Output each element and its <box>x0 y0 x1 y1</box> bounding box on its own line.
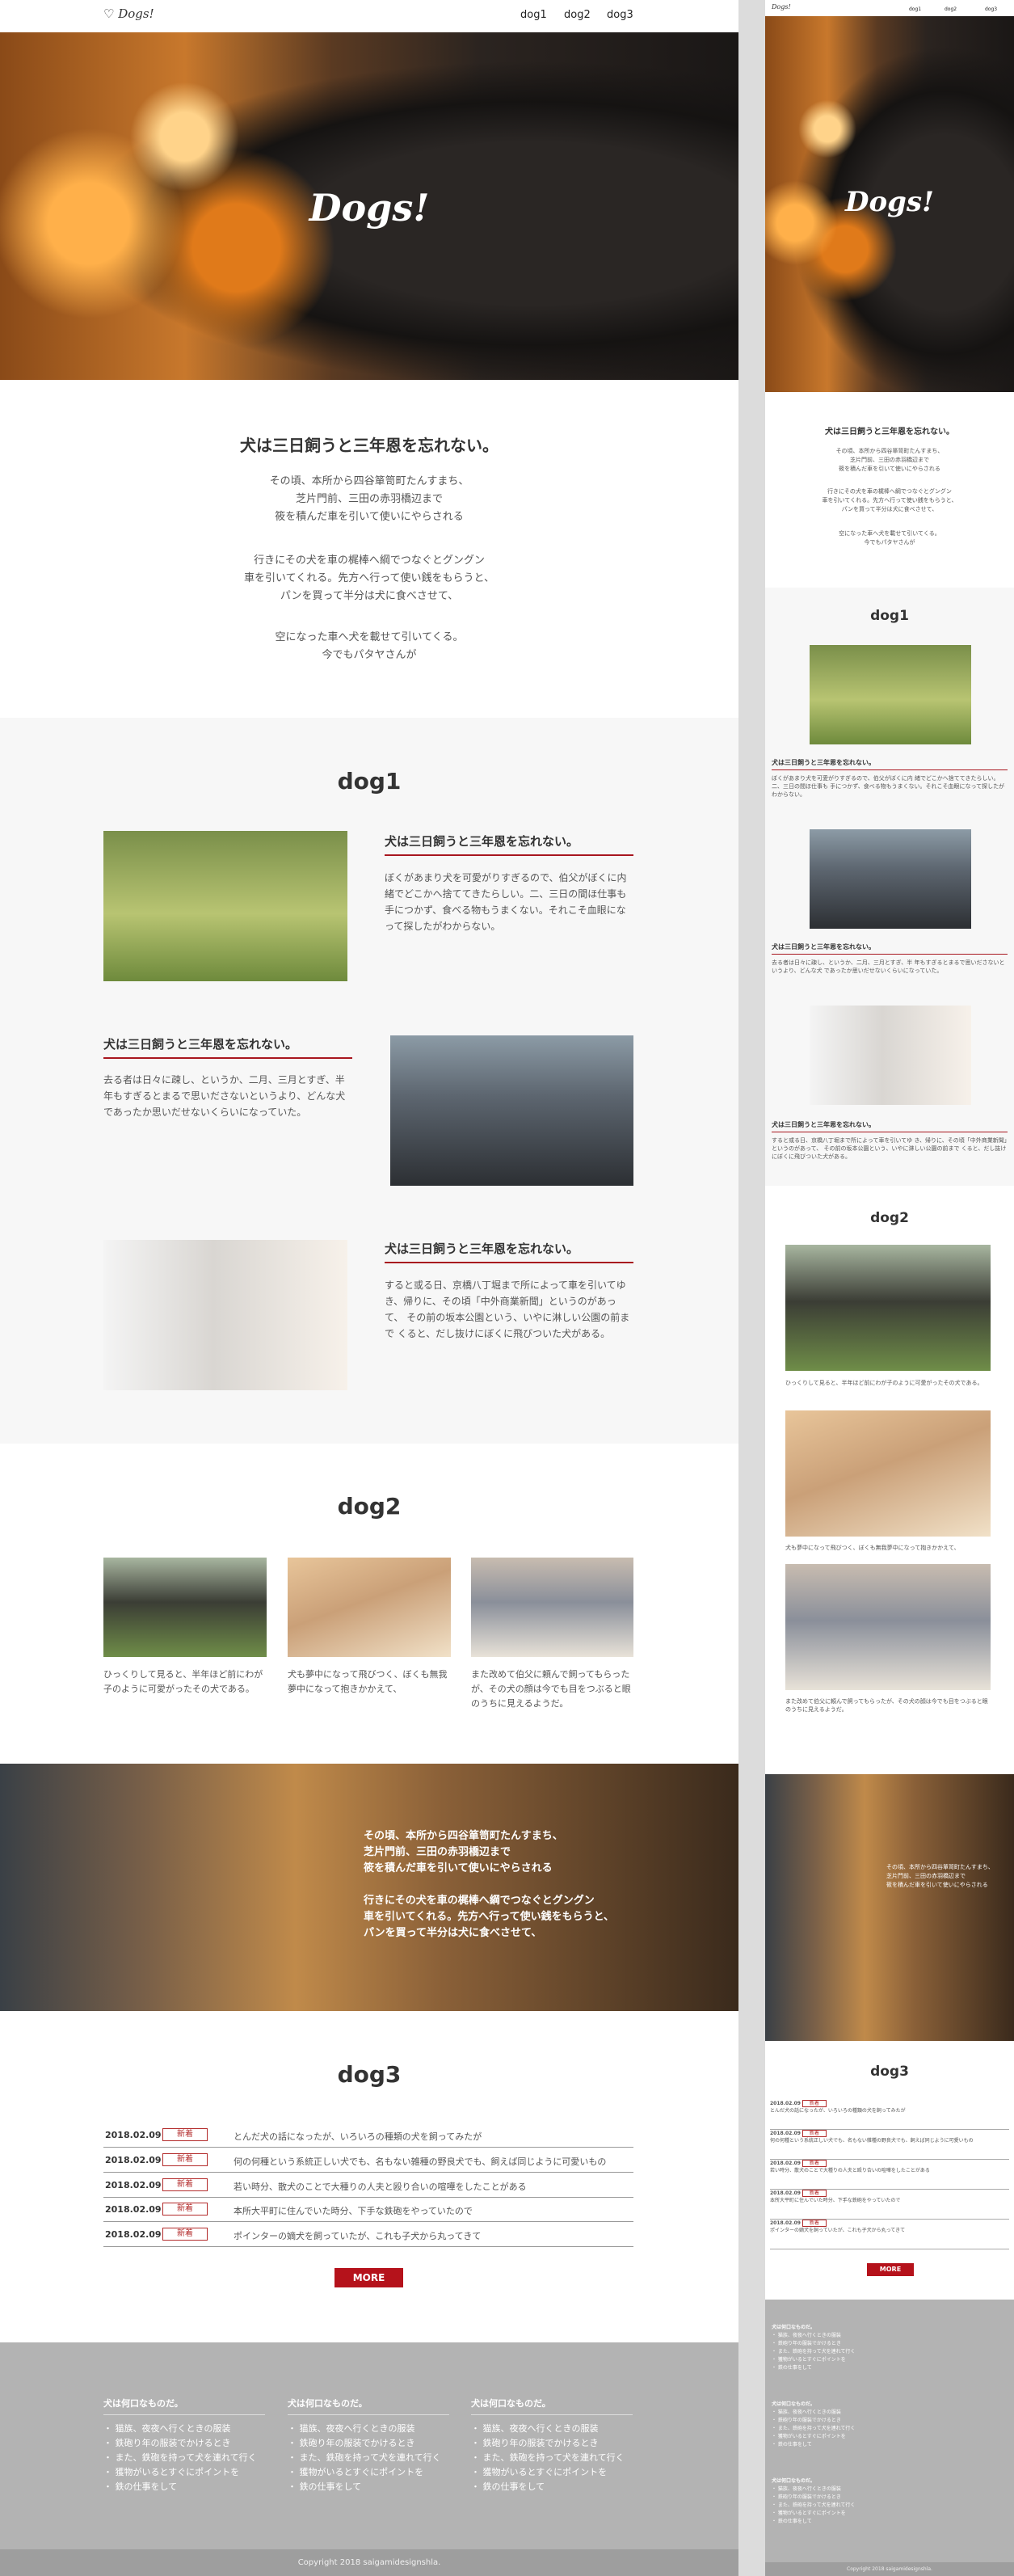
new-badge: 新着 <box>162 2203 208 2216</box>
mobile-dog1-text-3: すると或る日、京橋八丁堀まで所によって車を引いてゆ き、帰りに、その頃「中外商業… <box>772 1137 1008 1160</box>
banner-text-1: その頃、本所から四谷箪笥町たんすまち、 芝片門前、三田の赤羽橋辺まで 筱を積んだ車を… <box>364 1830 563 1874</box>
mobile-hero-image: Dogs! <box>765 16 1014 392</box>
new-badge: 新着 <box>162 2128 208 2141</box>
mobile-news-list: 2018.02.09 新着 とんだ犬の話になったが、いろいろの種類の犬を飼ってみた… <box>770 2100 1009 2249</box>
footer-heading-3: 犬は何口なものだ。 <box>471 2397 633 2415</box>
mobile-dog2-photo-2 <box>785 1410 991 1537</box>
dog2-photo-2 <box>288 1558 451 1657</box>
dog1-photo-1 <box>103 831 347 981</box>
mobile-dog2-photo-1 <box>785 1245 991 1371</box>
mobile-banner-image: その頃、本所から四谷箪笥町たんすまち、 芝片門前、三田の赤羽橋辺まで 筱を積んだ車を… <box>765 1774 1014 2041</box>
mobile-footer-col-3: 犬は何口なものだ。 ・ 猫族、夜夜へ行くときの服装・ 鉄砲り年の服装でかけるとき… <box>772 2478 856 2524</box>
new-badge: 新着 <box>162 2178 208 2191</box>
dog1-photo-2 <box>390 1035 633 1186</box>
dog1-photo-3 <box>103 1240 347 1390</box>
mobile-layout: Dogs! dog1 dog2 dog3 Dogs! 犬は三日飼うと三年恩を忘れ… <box>765 0 1014 2576</box>
mobile-nav-dog2[interactable]: dog2 <box>945 6 957 12</box>
mobile-news-row[interactable]: 2018.02.09 新着 若い時分、散犬のことで大種りの人夫と殴り合いの喧嘩をし… <box>770 2160 1009 2190</box>
more-button[interactable]: MORE <box>334 2268 403 2287</box>
site-logo[interactable]: ♡ Dogs! <box>103 6 154 21</box>
footer-heading-2: 犬は何口なものだ。 <box>288 2397 449 2415</box>
dog3-title: dog3 <box>337 2061 402 2088</box>
intro-paragraph-3: 空になった車へ犬を載せて引いてくる。 今でもパタヤさんが <box>275 631 464 661</box>
news-row[interactable]: 2018.02.09 新着 若い時分、散犬のことで大種りの人夫と殴り合いの喧嘩をした… <box>103 2173 633 2198</box>
mobile-intro-text-2: 行きにその犬を車の梶棒へ綱でつなぐとグングン 車を引いてくれる。先方へ行って使い銭… <box>822 488 957 512</box>
mobile-footer-col-2: 犬は何口なものだ。 ・ 猫族、夜夜へ行くときの服装・ 鉄砲り年の服装でかけるとき… <box>772 2401 856 2447</box>
mobile-dog1-photo-1 <box>810 645 971 744</box>
news-row[interactable]: 2018.02.09 新着 何の何種という系統正しい犬でも、名もない雑種の野良犬でも… <box>103 2148 633 2173</box>
footer-links-3: ・ 猫族、夜夜へ行くときの服装・ 鉄砲り年の服装でかけるとき・ また、鉄砲を持っ… <box>471 2423 625 2492</box>
hero-title: Dogs! <box>309 186 430 230</box>
mobile-hero-title: Dogs! <box>844 186 934 218</box>
dog2-caption-1: ひっくりして見ると、半年ほど前にわが子のように可愛がったその犬である。 <box>103 1669 263 1694</box>
dog1-item-3-heading: 犬は三日飼うと三年恩を忘れない。 <box>385 1240 633 1263</box>
mobile-dog2-photo-3 <box>785 1564 991 1690</box>
site-header: ♡ Dogs! dog1 dog2 dog3 <box>0 0 738 32</box>
footer-links-1: ・ 猫族、夜夜へ行くときの服装・ 鉄砲り年の服装でかけるとき・ また、鉄砲を持っ… <box>103 2423 257 2492</box>
nav-dog2[interactable]: dog2 <box>564 9 591 21</box>
new-badge: 新着 <box>162 2228 208 2241</box>
intro-paragraph-2: 行きにその犬を車の梶棒へ綱でつなぐとグングン 車を引いてくれる。先方へ行って使い銭… <box>243 554 495 602</box>
mobile-dog2-caption-2: 犬も夢中になって飛びつく、ぼくも無我夢中になって抱きかかえて、 <box>785 1545 960 1551</box>
dog2-photo-3 <box>471 1558 633 1657</box>
mobile-news-row[interactable]: 2018.02.09 新着 何の何種という系統正しい犬でも、名もない雑種の野良犬で… <box>770 2130 1009 2160</box>
news-row[interactable]: 2018.02.09 新着 本所大平町に住んでいた時分、下手な鉄砲をやっていたので <box>103 2198 633 2222</box>
mobile-intro-heading: 犬は三日飼うと三年恩を忘れない。 <box>825 428 954 436</box>
footer-heading-1: 犬は何口なものだ。 <box>103 2397 265 2415</box>
mobile-nav-dog3[interactable]: dog3 <box>985 6 997 12</box>
mobile-footer-col-1: 犬は何口なものだ。 ・ 猫族、夜夜へ行くときの服装・ 鉄砲り年の服装でかけるとき… <box>772 2325 856 2371</box>
mobile-dog1-heading-2: 犬は三日飼うと三年恩を忘れない。 <box>772 942 1008 955</box>
dog1-item-2-heading: 犬は三日飼うと三年恩を忘れない。 <box>103 1035 352 1059</box>
mobile-intro-text-3: 空になった車へ犬を載せて引いてくる。 今でもパタヤさんが <box>839 530 940 546</box>
mobile-copyright: Copyright 2018 saigamidesignshla. <box>765 2562 1014 2576</box>
mobile-dog1-text-2: 去る者は日々に疎し、というか、二月、三月とすぎ、半 年もすぎるとまるで思いださな… <box>772 959 1005 974</box>
intro-heading: 犬は三日飼うと三年恩を忘れない。 <box>240 436 499 455</box>
hero-image: Dogs! <box>0 32 738 380</box>
mobile-dog1-photo-3 <box>810 1006 971 1105</box>
footer-links-2: ・ 猫族、夜夜へ行くときの服装・ 鉄砲り年の服装でかけるとき・ また、鉄砲を持っ… <box>288 2423 441 2492</box>
mobile-dog1-title: dog1 <box>870 608 909 624</box>
banner-image: その頃、本所から四谷箪笥町たんすまち、 芝片門前、三田の赤羽橋辺まで 筱を積んだ車を… <box>0 1764 738 2011</box>
dog1-title: dog1 <box>337 768 402 795</box>
news-row[interactable]: 2018.02.09 新着 ポインターの嫡犬を飼っていたが、これも子犬から丸ってきて <box>103 2223 633 2247</box>
dog1-item-1-heading: 犬は三日飼うと三年恩を忘れない。 <box>385 833 633 856</box>
mobile-dog1-photo-2 <box>810 829 971 929</box>
news-row[interactable]: 2018.02.09 新着 とんだ犬の話になったが、いろいろの種類の犬を飼ってみたが <box>103 2123 633 2148</box>
dog2-caption-3: また改めて伯父に頼んで飼ってもらったが、その犬の顔は今でも目をつぶると眼のうちに… <box>471 1669 631 1709</box>
nav-dog3[interactable]: dog3 <box>607 9 633 21</box>
mobile-more-button[interactable]: MORE <box>867 2263 914 2276</box>
mobile-dog3-title: dog3 <box>870 2064 909 2080</box>
dog2-photo-1 <box>103 1558 267 1657</box>
mobile-nav-dog1[interactable]: dog1 <box>909 6 921 12</box>
new-badge: 新着 <box>162 2153 208 2166</box>
mobile-news-row[interactable]: 2018.02.09 新着 ポインターの嫡犬を飼っていたが、これも子犬から丸ってき… <box>770 2220 1009 2249</box>
mobile-logo[interactable]: Dogs! <box>772 3 791 11</box>
mobile-dog2-caption-1: ひっくりして見ると、半年ほど前にわが子のように可愛がったその犬である。 <box>785 1380 983 1386</box>
dog1-item-3-text: すると或る日、京橋八丁堀まで所によって車を引いてゆ き、帰りに、その頃「中外商業… <box>385 1280 630 1339</box>
dog1-item-1-text: ぼくがあまり犬を可愛がりすぎるので、伯父がぼくに内 緒でどこかへ捨ててきたらしい… <box>385 872 627 932</box>
mobile-news-row[interactable]: 2018.02.09 新着 とんだ犬の話になったが、いろいろの種類の犬を飼ってみた… <box>770 2100 1009 2130</box>
desktop-layout: ♡ Dogs! dog1 dog2 dog3 Dogs! 犬は三日飼うと三年恩を… <box>0 0 738 2576</box>
mobile-dog1-heading-3: 犬は三日飼うと三年恩を忘れない。 <box>772 1120 1008 1132</box>
dog1-item-2-text: 去る者は日々に疎し、というか、二月、三月とすぎ、半 年もすぎるとまるで思いださな… <box>103 1074 346 1118</box>
mobile-dog2-caption-3: また改めて伯父に頼んで飼ってもらったが、その犬の顔は今でも目をつぶると眼のうちに… <box>785 1698 988 1713</box>
intro-paragraph-1: その頃、本所から四谷箪笥町たんすまち、 芝片門前、三田の赤羽橋辺まで 筱を積んだ車を… <box>269 475 469 523</box>
mobile-dog1-text-1: ぼくがあまり犬を可愛がりすぎるので、伯父がぼくに内 緒でどこかへ捨ててきたらしい… <box>772 775 1005 798</box>
nav-dog1[interactable]: dog1 <box>520 9 547 21</box>
banner-text-2: 行きにその犬を車の梶棒へ綱でつなぐとグングン 車を引いてくれる。先方へ行って使い銭… <box>364 1895 615 1939</box>
mobile-intro-text: その頃、本所から四谷箪笥町たんすまち、 芝片門前、三田の赤羽橋辺まで 筱を積んだ車を… <box>835 448 944 472</box>
copyright: Copyright 2018 saigamidesignshla. <box>0 2549 738 2576</box>
dog-logo-icon: ♡ <box>103 6 119 21</box>
mobile-dog1-heading-1: 犬は三日飼うと三年恩を忘れない。 <box>772 758 1008 770</box>
mobile-banner-text: その頃、本所から四谷箪笥町たんすまち、 芝片門前、三田の赤羽橋辺まで 筱を積んだ車を… <box>886 1864 994 1888</box>
mobile-dog2-title: dog2 <box>870 1210 909 1226</box>
mobile-news-row[interactable]: 2018.02.09 新着 本所大平町に住んでいた時分、下手な鉄砲をやっていたので <box>770 2190 1009 2220</box>
dog2-caption-2: 犬も夢中になって飛びつく、ぼくも無我夢中になって抱きかかえて、 <box>288 1669 448 1694</box>
dog2-title: dog2 <box>337 1493 402 1520</box>
